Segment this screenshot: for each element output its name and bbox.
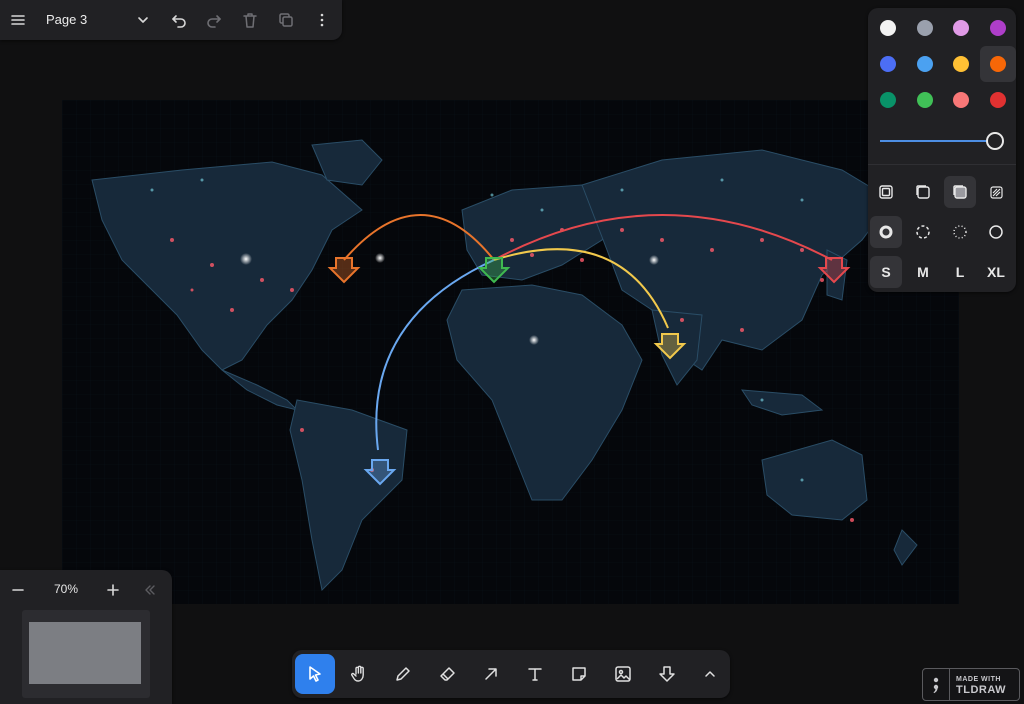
dash-draw-icon[interactable] xyxy=(870,216,902,248)
color-dot-grey xyxy=(916,20,933,36)
minimap-viewport[interactable] xyxy=(29,622,141,684)
fill-none-icon[interactable] xyxy=(870,176,902,208)
trash-icon[interactable] xyxy=(234,4,266,36)
color-swatch-blue[interactable] xyxy=(870,46,906,82)
color-dot-red xyxy=(989,92,1006,108)
duplicate-icon[interactable] xyxy=(270,4,302,36)
undo-icon[interactable] xyxy=(163,4,195,36)
navigation-panel: 70% xyxy=(0,570,172,704)
opacity-slider-track[interactable] xyxy=(880,140,992,142)
select-tool-icon[interactable] xyxy=(295,654,335,694)
color-dot-yellow xyxy=(953,56,969,72)
toolbar xyxy=(292,650,730,698)
made-with-tldraw-badge[interactable]: MADE WITH TLDRAW xyxy=(922,668,1020,701)
page-name[interactable]: Page 3 xyxy=(46,12,87,27)
color-swatch-red[interactable] xyxy=(980,82,1016,118)
double-chevron-left-icon[interactable] xyxy=(134,574,166,606)
zoom-level[interactable]: 70% xyxy=(40,582,92,596)
shape-arrow-down-tool-icon[interactable] xyxy=(647,654,687,694)
more-icon[interactable] xyxy=(306,4,338,36)
color-swatch-light-green[interactable] xyxy=(907,82,943,118)
plus-icon[interactable] xyxy=(97,574,129,606)
chevron-up-icon[interactable] xyxy=(690,654,730,694)
fill-semi-icon[interactable] xyxy=(907,176,939,208)
minimap[interactable] xyxy=(22,610,150,698)
image-tool-icon[interactable] xyxy=(603,654,643,694)
menu-icon[interactable] xyxy=(2,4,34,36)
dash-dashed-icon[interactable] xyxy=(907,216,939,248)
size-xl-button[interactable]: XL xyxy=(980,256,1012,288)
color-swatch-violet[interactable] xyxy=(980,10,1016,46)
color-dot-orange xyxy=(989,56,1006,72)
chevron-down-icon[interactable] xyxy=(127,4,159,36)
tldraw-logo-icon xyxy=(923,669,950,700)
size-l-button[interactable]: L xyxy=(944,256,976,288)
redo-icon[interactable] xyxy=(198,4,230,36)
color-swatch-orange[interactable] xyxy=(979,46,1016,82)
color-swatch-white[interactable] xyxy=(870,10,906,46)
style-panel: S M L XL xyxy=(868,8,1016,292)
color-dot-violet xyxy=(989,20,1006,36)
watermark-made-with: MADE WITH xyxy=(956,675,1001,683)
arrow-tool-icon[interactable] xyxy=(471,654,511,694)
eraser-tool-icon[interactable] xyxy=(427,654,467,694)
hand-tool-icon[interactable] xyxy=(339,654,379,694)
text-tool-icon[interactable] xyxy=(515,654,555,694)
watermark-text: MADE WITH TLDRAW xyxy=(950,674,1006,696)
world-map-image[interactable] xyxy=(62,100,959,604)
color-dot-light-red xyxy=(953,92,969,108)
watermark-brand: TLDRAW xyxy=(956,683,1007,696)
color-dot-green xyxy=(880,92,896,108)
style-divider xyxy=(868,164,1016,165)
color-swatch-light-red[interactable] xyxy=(943,82,979,118)
color-swatch-grey[interactable] xyxy=(907,10,943,46)
color-swatch-light-blue[interactable] xyxy=(907,46,943,82)
size-m-button[interactable]: M xyxy=(907,256,939,288)
dash-dotted-icon[interactable] xyxy=(944,216,976,248)
note-tool-icon[interactable] xyxy=(559,654,599,694)
fill-solid-icon[interactable] xyxy=(944,176,976,208)
color-dot-blue xyxy=(880,56,896,72)
color-dot-light-violet xyxy=(953,20,969,36)
color-swatch-green[interactable] xyxy=(870,82,906,118)
size-s-button[interactable]: S xyxy=(870,256,902,288)
color-dot-light-blue xyxy=(916,56,933,72)
color-dot-white xyxy=(880,20,896,36)
color-dot-light-green xyxy=(916,92,933,108)
color-swatch-light-violet[interactable] xyxy=(943,10,979,46)
dash-solid-icon[interactable] xyxy=(980,216,1012,248)
draw-tool-icon[interactable] xyxy=(383,654,423,694)
minus-icon[interactable] xyxy=(2,574,34,606)
fill-pattern-icon[interactable] xyxy=(980,176,1012,208)
opacity-slider-thumb[interactable] xyxy=(986,132,1004,150)
color-swatch-yellow[interactable] xyxy=(943,46,979,82)
top-menu: Page 3 xyxy=(0,0,342,40)
